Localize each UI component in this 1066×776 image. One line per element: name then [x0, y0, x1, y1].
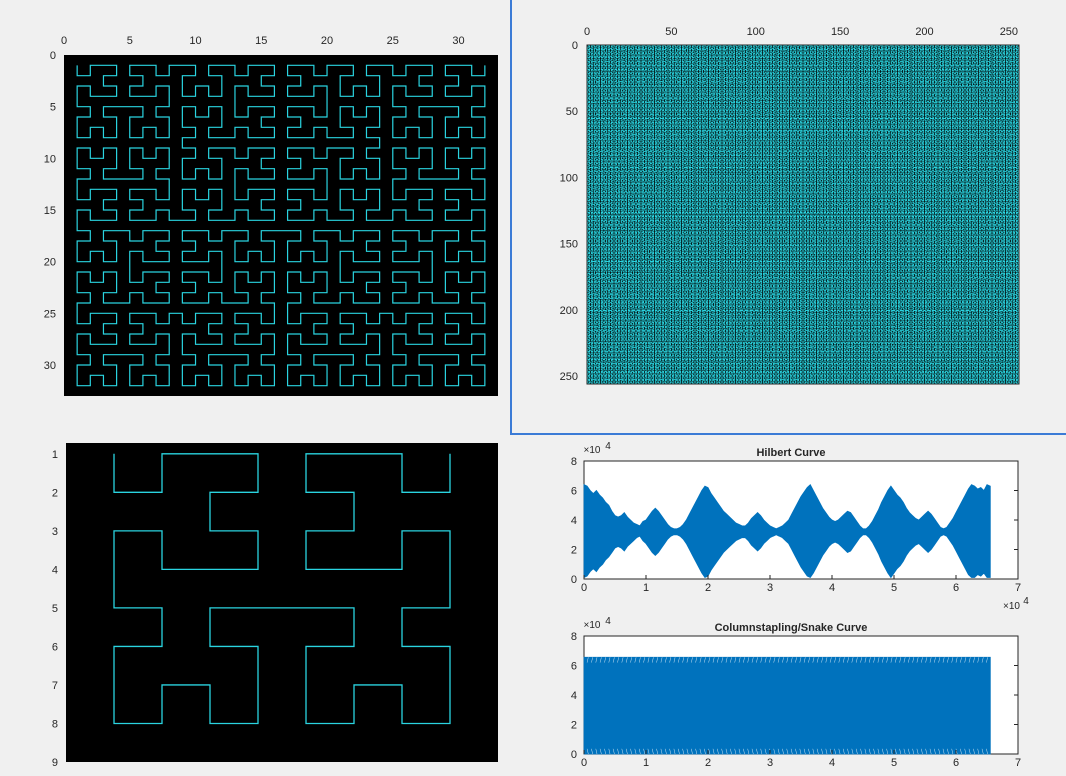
x-tick-label: 15: [255, 35, 267, 47]
y-tick-label: 8: [571, 631, 577, 643]
x-tick-label: 6: [953, 582, 959, 594]
y-tick-label: 100: [560, 172, 578, 184]
x-tick-label: 3: [767, 582, 773, 594]
y-tick-label: 7: [52, 680, 58, 692]
x-exponent-label: 4: [1023, 596, 1029, 607]
y-tick-label: 20: [44, 257, 56, 269]
x-tick-label: 0: [581, 757, 587, 769]
y-tick-label: 1: [52, 449, 58, 461]
y-tick-label: 4: [571, 515, 577, 527]
plot-area: [66, 443, 498, 762]
x-tick-label: 0: [584, 26, 590, 38]
chart-index-plots: 0 1 2 3 4 5 6 702468Hilbert Curve×10 4×10 40 1 2 3 4 5…: [571, 441, 1029, 769]
y-tick-label: 0: [571, 574, 577, 586]
y-multiplier-label: ×10: [584, 620, 601, 631]
x-tick-label: 7: [1015, 757, 1021, 769]
y-tick-label: 150: [560, 239, 578, 251]
y-tick-label: 250: [560, 371, 578, 383]
y-multiplier-label: ×10: [584, 445, 601, 456]
x-tick-label: 5: [891, 582, 897, 594]
figure-window-hilbert-order5: 0 5 10 15 20 25 30 0 5 10 15 20 25 30: [0, 0, 510, 440]
y-tick-label: 0: [571, 749, 577, 761]
y-tick-label: 6: [52, 641, 58, 653]
y-tick-label: 6: [571, 486, 577, 498]
y-tick-label: 200: [560, 305, 578, 317]
y-tick-label: 8: [571, 456, 577, 468]
x-tick-label: 2: [705, 757, 711, 769]
chart-hilbert-order8: 0 50 100 150 200 250 0 50 100 150 200 250: [560, 26, 1020, 385]
y-tick-label: 5: [52, 603, 58, 615]
y-tick-label: 10: [44, 153, 56, 165]
chart-hilbert-order5: 0 5 10 15 20 25 30 0 5 10 15 20 25 30: [44, 35, 498, 396]
y-tick-label: 5: [50, 102, 56, 114]
y-tick-label: 4: [571, 690, 577, 702]
x-tick-label: 1: [643, 757, 649, 769]
x-tick-label: 30: [452, 35, 464, 47]
chart-hilbert-order3: 1 2 3 4 5 6 7 8 9: [52, 443, 498, 769]
x-tick-label: 6: [953, 757, 959, 769]
x-tick-label: 50: [665, 26, 677, 38]
x-tick-label: 100: [747, 26, 765, 38]
x-tick-label: 0: [61, 35, 67, 47]
x-tick-label: 3: [767, 757, 773, 769]
y-tick-label: 2: [571, 720, 577, 732]
x-multiplier-label: ×10: [1003, 601, 1020, 612]
x-tick-label: 1: [643, 582, 649, 594]
y-tick-label: 15: [44, 205, 56, 217]
x-tick-label: 0: [581, 582, 587, 594]
y-tick-label: 2: [52, 487, 58, 499]
x-tick-label: 10: [189, 35, 201, 47]
figure-window-hilbert-order8: 0 50 100 150 200 250 0 50 100 150 200 250: [510, 0, 1066, 435]
figure-window-index-plots: 0 1 2 3 4 5 6 7 0 2 4 6 8 Hilbert Curve ×10 4 ×10 4 0 1 2 3 4 5…: [510, 435, 1066, 776]
x-tick-label: 4: [829, 757, 835, 769]
x-tick-label: 150: [831, 26, 849, 38]
x-tick-label: 20: [321, 35, 333, 47]
chart-title: Hilbert Curve: [756, 447, 825, 459]
index-series-line: [583, 656, 991, 755]
x-tick-label: 200: [915, 26, 933, 38]
y-tick-label: 25: [44, 308, 56, 320]
x-tick-label: 5: [127, 35, 133, 47]
x-tick-label: 5: [891, 757, 897, 769]
y-exponent-label: 4: [605, 616, 611, 627]
x-tick-label: 4: [829, 582, 835, 594]
y-tick-label: 2: [571, 545, 577, 557]
x-tick-label: 2: [705, 582, 711, 594]
x-tick-label: 25: [387, 35, 399, 47]
y-tick-label: 4: [52, 564, 58, 576]
x-tick-label: 250: [1000, 26, 1018, 38]
x-tick-label: 7: [1015, 582, 1021, 594]
y-tick-label: 9: [52, 757, 58, 769]
y-tick-label: 0: [50, 50, 56, 62]
y-tick-label: 0: [572, 40, 578, 52]
y-tick-label: 3: [52, 526, 58, 538]
figure-window-hilbert-order3: 1 2 3 4 5 6 7 8 9: [0, 440, 510, 776]
y-tick-label: 8: [52, 718, 58, 730]
y-tick-label: 50: [566, 106, 578, 118]
y-exponent-label: 4: [605, 441, 611, 452]
y-tick-label: 6: [571, 661, 577, 673]
y-tick-label: 30: [44, 360, 56, 372]
chart-title: Columnstapling/Snake Curve: [715, 622, 868, 634]
